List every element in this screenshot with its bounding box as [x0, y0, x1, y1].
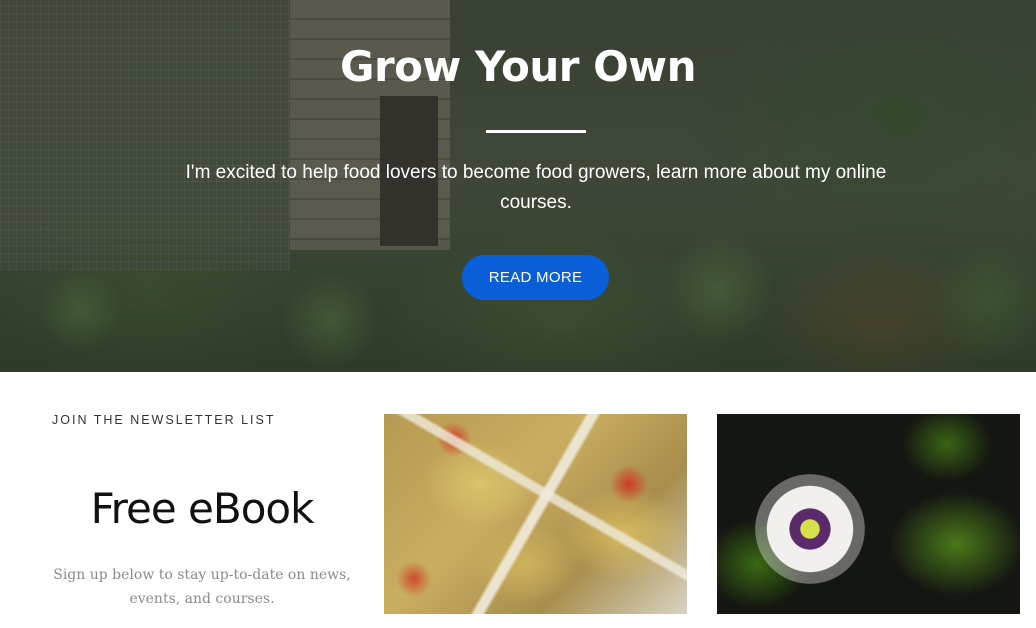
ebook-title: Free eBook — [90, 484, 315, 533]
passionflower-photo[interactable] — [717, 414, 1020, 614]
newsletter-eyebrow: JOIN THE NEWSLETTER LIST — [52, 413, 276, 427]
food-photo-detail — [384, 414, 687, 614]
passionflower-bloom — [755, 474, 865, 584]
food-photo[interactable] — [384, 414, 687, 614]
hero-banner: Grow Your Own I'm excited to help food l… — [0, 0, 1036, 372]
hero-subtitle: I'm excited to help food lovers to becom… — [185, 162, 887, 213]
ebook-description: Sign up below to stay up-to-date on news… — [53, 567, 351, 607]
hero-divider — [486, 130, 586, 133]
read-more-button[interactable]: READ MORE — [462, 255, 609, 300]
hero-title: Grow Your Own — [339, 42, 697, 91]
